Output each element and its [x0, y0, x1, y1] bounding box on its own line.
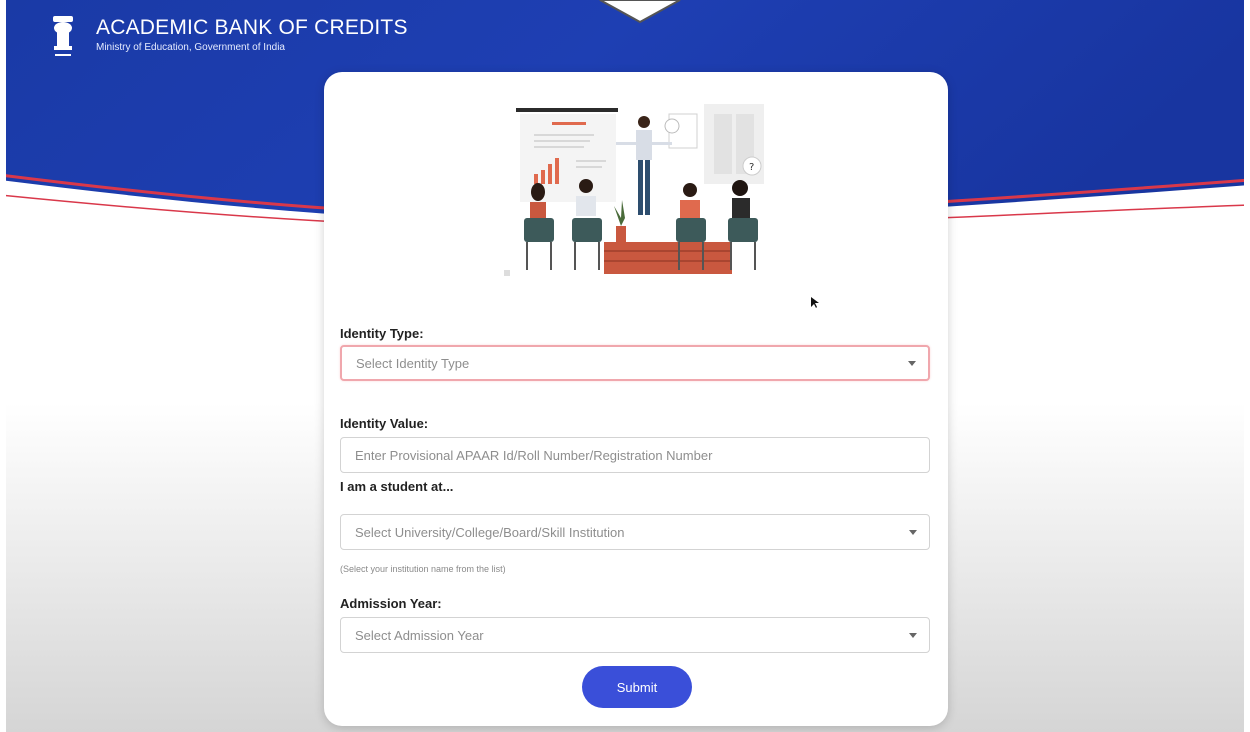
classroom-illustration: ? — [504, 104, 764, 276]
identity-type-placeholder: Select Identity Type — [356, 355, 470, 371]
identity-type-select[interactable]: Select Identity Type — [340, 345, 930, 381]
national-emblem-icon — [53, 16, 73, 56]
svg-text:?: ? — [749, 162, 754, 173]
identity-value-label: Identity Value: — [340, 416, 429, 431]
institution-hint: (Select your institution name from the l… — [340, 564, 506, 574]
admission-year-placeholder: Select Admission Year — [355, 627, 484, 643]
app-subtitle: Ministry of Education, Government of Ind… — [96, 42, 285, 53]
registration-card: ? Identity Type: Select Identity Type Id… — [324, 72, 948, 726]
institution-select[interactable]: Select University/College/Board/Skill In… — [340, 514, 930, 550]
identity-type-label: Identity Type: — [340, 326, 424, 341]
institution-placeholder: Select University/College/Board/Skill In… — [355, 524, 625, 540]
app-title: ACADEMIC BANK OF CREDITS — [96, 16, 408, 39]
chevron-down-icon — [908, 361, 916, 366]
institution-label: I am a student at... — [340, 479, 454, 494]
mouse-cursor-icon — [811, 297, 819, 308]
admission-year-label: Admission Year: — [340, 596, 442, 611]
identity-value-input[interactable]: Enter Provisional APAAR Id/Roll Number/R… — [340, 437, 930, 473]
chevron-down-icon — [909, 530, 917, 535]
admission-year-select[interactable]: Select Admission Year — [340, 617, 930, 653]
chevron-down-icon — [909, 633, 917, 638]
submit-button[interactable]: Submit — [582, 666, 692, 708]
identity-value-placeholder: Enter Provisional APAAR Id/Roll Number/R… — [355, 447, 713, 463]
